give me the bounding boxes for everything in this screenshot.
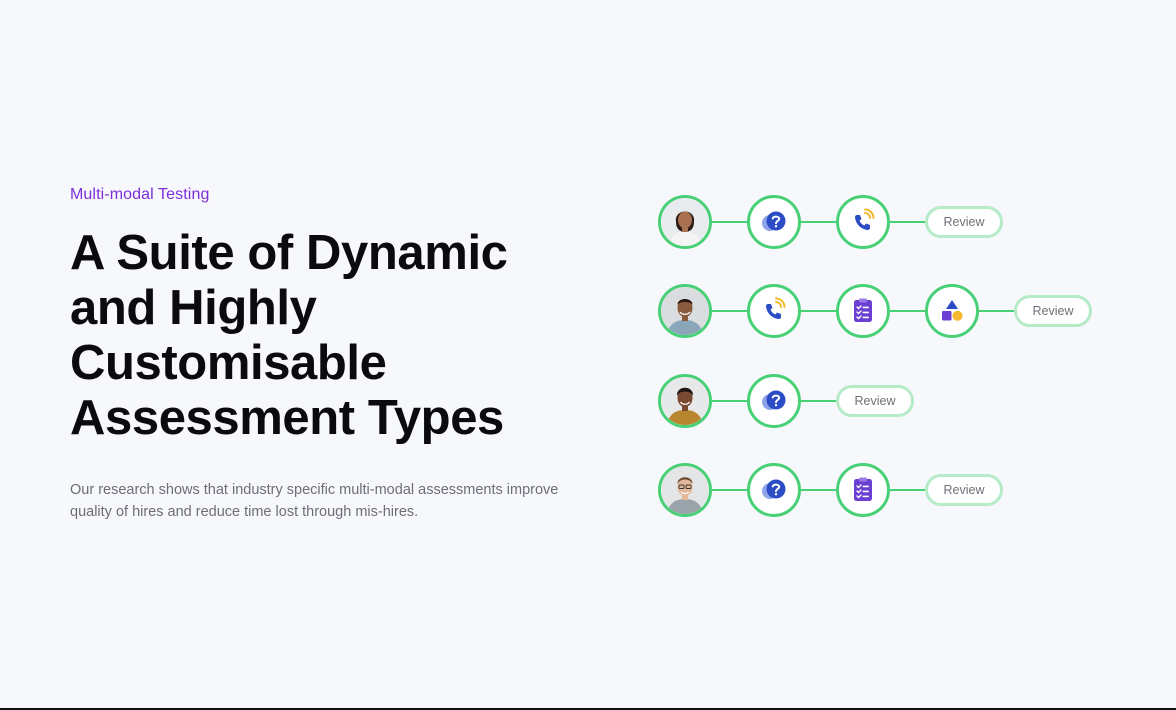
description-line: quality of hires and reduce time lost th… — [70, 504, 419, 520]
flow-connector — [890, 221, 925, 223]
phone-call-icon — [747, 284, 801, 338]
flow-connector — [712, 400, 747, 402]
question-chat-icon — [747, 463, 801, 517]
flow-connector — [801, 310, 836, 312]
flow-connector — [890, 310, 925, 312]
review-button[interactable]: Review — [925, 474, 1003, 506]
question-chat-icon — [747, 374, 801, 428]
review-button[interactable]: Review — [925, 206, 1003, 238]
review-button[interactable]: Review — [1014, 295, 1092, 327]
question-chat-icon — [747, 195, 801, 249]
headline-line: Assessment Types — [70, 391, 504, 445]
candidate-avatar — [658, 195, 712, 249]
candidate-1-photo — [661, 198, 709, 246]
candidate-avatar — [658, 374, 712, 428]
flow-connector — [890, 489, 925, 491]
phone-call-icon — [836, 195, 890, 249]
flow-row: Review — [658, 371, 914, 431]
candidate-avatar — [658, 284, 712, 338]
checklist-form-icon — [836, 284, 890, 338]
flow-connector — [801, 221, 836, 223]
description-line: Our research shows that industry specifi… — [70, 482, 559, 498]
headline-line: A Suite of Dynamic — [70, 226, 508, 280]
assessment-flows: Review Review Review Review — [658, 192, 1118, 522]
flow-connector — [801, 400, 836, 402]
candidate-3-photo — [661, 377, 709, 425]
checklist-form-icon — [836, 463, 890, 517]
headline-line: Customisable — [70, 336, 387, 390]
candidate-avatar — [658, 463, 712, 517]
candidate-4-photo — [661, 466, 709, 514]
review-button[interactable]: Review — [836, 385, 914, 417]
flow-connector — [712, 489, 747, 491]
page-title: A Suite of Dynamic and Highly Customisab… — [70, 226, 600, 446]
description: Our research shows that industry specifi… — [70, 479, 590, 523]
eyebrow-label: Multi-modal Testing — [70, 186, 210, 203]
flow-connector — [712, 221, 747, 223]
flow-row: Review — [658, 460, 1003, 520]
headline-line: and Highly — [70, 281, 317, 335]
candidate-2-photo — [661, 287, 709, 335]
flow-connector — [712, 310, 747, 312]
flow-row: Review — [658, 192, 1003, 252]
flow-connector — [801, 489, 836, 491]
shapes-icon — [925, 284, 979, 338]
flow-connector — [979, 310, 1014, 312]
hero-section: Multi-modal Testing A Suite of Dynamic a… — [70, 186, 600, 523]
flow-row: Review — [658, 281, 1092, 341]
